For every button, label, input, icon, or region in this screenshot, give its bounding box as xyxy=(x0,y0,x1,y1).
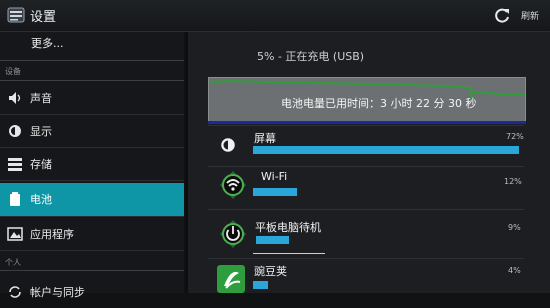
usage-item-name[interactable]: 平板电脑待机 xyxy=(255,219,321,235)
sidebar-item-battery[interactable]: 电池 xyxy=(0,183,184,217)
usage-item-percent: 72% xyxy=(506,132,524,141)
graph-baseline xyxy=(208,121,526,124)
sidebar-item-accounts[interactable]: 帐户与同步 xyxy=(0,276,184,308)
sidebar-item-apps[interactable]: 应用程序 xyxy=(0,218,184,251)
sidebar-item-label: 声音 xyxy=(30,92,52,105)
speaker-icon xyxy=(9,92,21,104)
battery-panel xyxy=(188,32,550,293)
power-standby-icon xyxy=(220,220,246,248)
apps-icon xyxy=(7,227,23,241)
battery-usage-time: 电池电量已用时间：3 小时 22 分 30 秒 xyxy=(281,97,477,110)
usage-item-name[interactable]: 豌豆荚 xyxy=(254,263,287,279)
sidebar-item-label: 存储 xyxy=(30,158,52,171)
wifi-icon xyxy=(220,171,246,199)
selection-underline xyxy=(253,253,325,254)
sync-icon xyxy=(9,286,21,298)
usage-bar xyxy=(253,146,519,154)
sidebar-item-display[interactable]: 显示 xyxy=(0,115,184,148)
divider xyxy=(208,166,524,167)
brightness-icon xyxy=(9,125,21,137)
refresh-button[interactable]: 刷新 xyxy=(521,9,539,22)
divider xyxy=(0,270,184,271)
wandoujia-app-icon xyxy=(217,265,245,293)
divider xyxy=(208,209,524,210)
section-header-personal: 个人 xyxy=(5,258,21,267)
usage-item-name[interactable]: 屏幕 xyxy=(254,130,276,146)
action-bar: 设置 刷新 xyxy=(0,0,550,32)
page-title: 设置 xyxy=(30,10,57,25)
settings-app-icon[interactable] xyxy=(7,6,25,24)
usage-bar xyxy=(253,281,268,289)
sidebar-item-storage[interactable]: 存储 xyxy=(0,148,184,181)
divider xyxy=(0,60,184,61)
sidebar-item-more[interactable]: 更多... xyxy=(31,35,64,51)
sidebar-item-label: 帐户与同步 xyxy=(30,286,85,299)
usage-item-percent: 9% xyxy=(508,223,521,232)
divider xyxy=(0,80,184,81)
sidebar-item-sound[interactable]: 声音 xyxy=(0,82,184,115)
usage-bar xyxy=(253,188,297,196)
usage-item-percent: 12% xyxy=(504,177,522,186)
refresh-icon[interactable] xyxy=(493,6,511,24)
sidebar-item-label: 应用程序 xyxy=(30,228,74,241)
divider xyxy=(208,258,524,259)
storage-icon xyxy=(8,158,22,171)
usage-item-name[interactable]: Wi-Fi xyxy=(261,170,287,183)
section-header-device: 设备 xyxy=(5,67,21,76)
usage-item-percent: 4% xyxy=(508,266,521,275)
battery-icon xyxy=(10,192,20,206)
sidebar-item-label: 电池 xyxy=(30,193,52,206)
screen-brightness-icon xyxy=(221,138,235,152)
charging-status: 5% - 正在充电 (USB) xyxy=(257,50,365,63)
sidebar-item-label: 显示 xyxy=(30,125,52,138)
divider xyxy=(208,125,524,126)
usage-bar xyxy=(256,236,289,244)
